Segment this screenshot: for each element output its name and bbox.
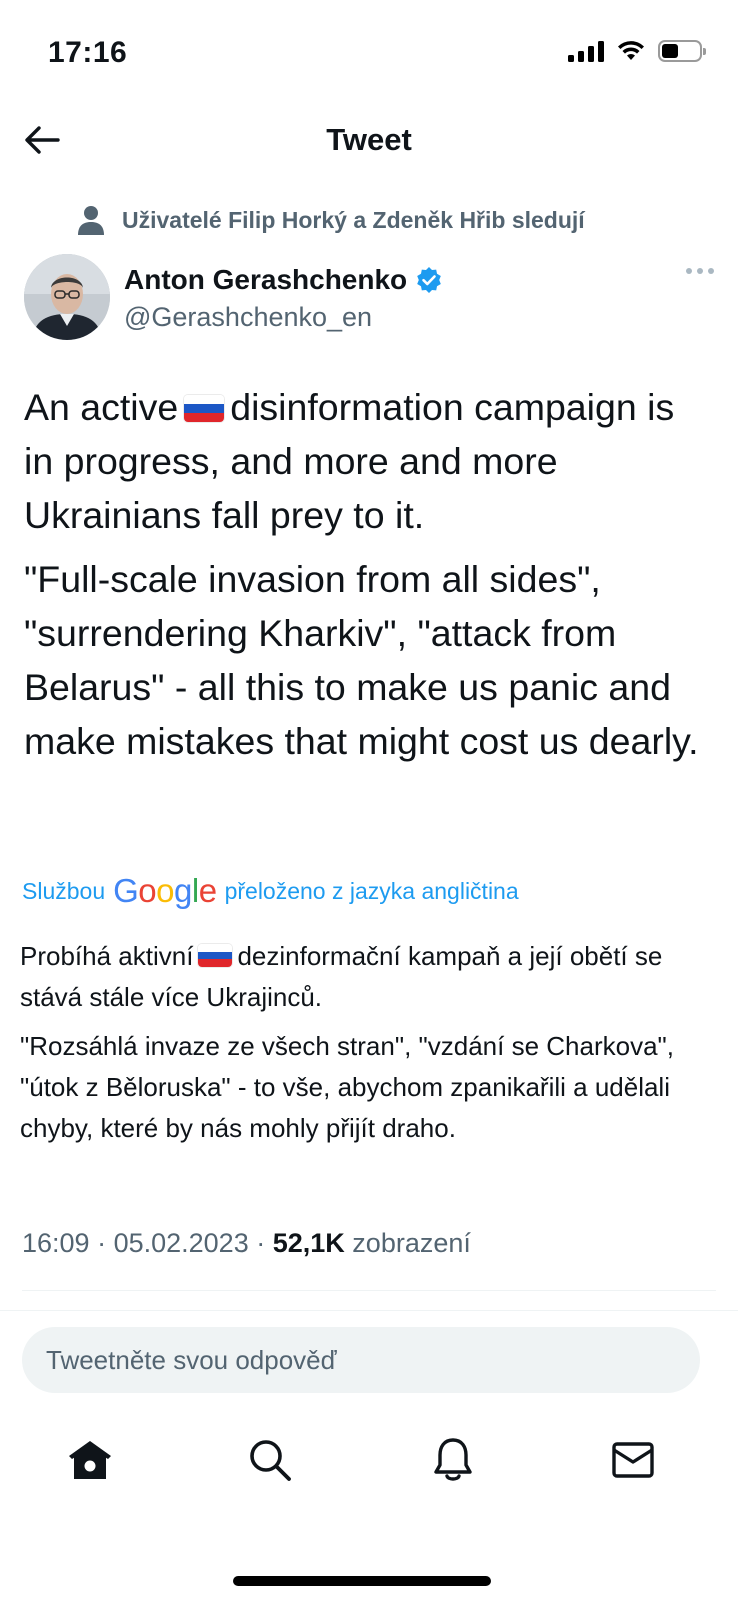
verified-badge-icon — [417, 267, 441, 293]
tweet-text-part: An active — [24, 386, 179, 428]
author-name: Anton Gerashchenko — [124, 264, 408, 295]
reply-placeholder: Tweetněte svou odpověď — [46, 1344, 337, 1375]
tweet-date[interactable]: 05.02.2023 — [114, 1228, 249, 1258]
page-title: Tweet — [326, 122, 412, 157]
messages-icon — [612, 1442, 654, 1478]
tweet-time[interactable]: 16:09 — [22, 1228, 90, 1258]
status-time: 17:16 — [48, 36, 128, 69]
translated-text: Probíhá aktivní dezinformační kampaň a je… — [20, 936, 708, 1157]
person-icon — [78, 206, 104, 235]
social-context[interactable]: Uživatelé Filip Horký a Zdeněk Hřib sled… — [78, 200, 718, 240]
nav-notifications[interactable] — [427, 1434, 479, 1486]
russia-flag-icon — [184, 395, 225, 422]
cellular-signal-icon — [568, 40, 604, 62]
translation-attribution[interactable]: Službou Google přeloženo z jazyka anglič… — [22, 872, 718, 910]
status-bar: 17:16 — [0, 0, 738, 100]
author-handle[interactable]: @Gerashchenko_en — [124, 302, 372, 333]
notifications-icon — [434, 1438, 472, 1481]
divider — [0, 1310, 738, 1311]
tweet-author: Anton Gerashchenko @Gerashchenko_en — [24, 254, 714, 344]
author-name-row[interactable]: Anton Gerashchenko — [124, 264, 443, 296]
home-indicator — [233, 1576, 491, 1586]
search-icon — [250, 1440, 291, 1481]
tweet-paragraph-1: An active disinformation campaign is in p… — [24, 380, 708, 542]
header: Tweet — [0, 100, 738, 180]
views-count[interactable]: 52,1K — [273, 1228, 345, 1258]
bottom-navigation — [0, 1420, 738, 1500]
divider — [22, 1290, 716, 1291]
nav-search[interactable] — [244, 1434, 296, 1486]
avatar[interactable] — [24, 254, 110, 340]
nav-home[interactable] — [64, 1434, 116, 1486]
translation-prefix: Službou — [22, 877, 106, 904]
tweet-meta: 16:09 · 05.02.2023 · 52,1K zobrazení — [22, 1228, 471, 1258]
translated-text-part: Probíhá aktivní — [20, 941, 194, 971]
translation-suffix: přeloženo z jazyka angličtina — [224, 877, 519, 904]
views-label: zobrazení — [352, 1228, 471, 1258]
more-options-icon[interactable] — [686, 268, 714, 274]
russia-flag-icon — [198, 944, 233, 967]
google-logo: Google — [113, 872, 217, 909]
battery-icon — [658, 40, 706, 62]
nav-messages[interactable] — [607, 1434, 659, 1486]
translated-paragraph-2: "Rozsáhlá invaze ze všech stran", "vzdán… — [20, 1031, 674, 1143]
translated-paragraph-1: Probíhá aktivní dezinformační kampaň a je… — [20, 936, 708, 1018]
home-icon — [69, 1441, 111, 1479]
status-icons — [568, 40, 706, 62]
tweet-text: An active disinformation campaign is in p… — [24, 380, 708, 778]
reply-input[interactable]: Tweetněte svou odpověď — [22, 1327, 700, 1393]
tweet-paragraph-2: "Full-scale invasion from all sides", "s… — [24, 558, 699, 762]
social-context-text: Uživatelé Filip Horký a Zdeněk Hřib sled… — [122, 206, 585, 233]
wifi-icon — [618, 41, 644, 60]
